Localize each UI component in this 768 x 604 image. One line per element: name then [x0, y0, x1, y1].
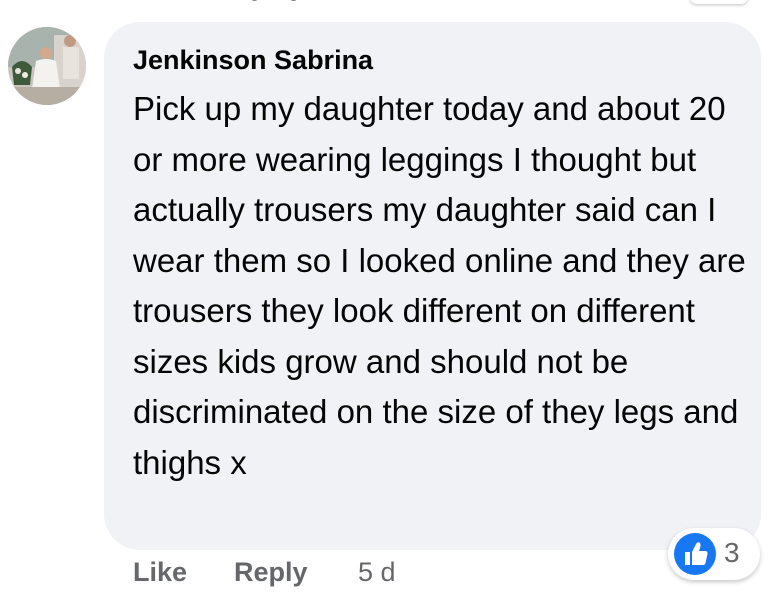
- comment-text: Pick up my daughter today and about 20 o…: [133, 90, 746, 481]
- avatar[interactable]: [8, 27, 86, 105]
- reply-button[interactable]: Reply: [234, 557, 308, 588]
- like-button[interactable]: Like: [133, 557, 187, 588]
- previous-comment-fragment: [250, 0, 340, 2]
- previous-reaction-pill: [690, 0, 748, 4]
- like-icon: [674, 533, 716, 575]
- comment-timestamp[interactable]: 5 d: [358, 557, 396, 588]
- reaction-count: 3: [724, 537, 740, 568]
- comment-author[interactable]: Jenkinson Sabrina: [133, 45, 373, 76]
- reaction-summary[interactable]: 3: [668, 528, 760, 580]
- comment-thread: Jenkinson Sabrina Pick up my daughter to…: [0, 0, 768, 604]
